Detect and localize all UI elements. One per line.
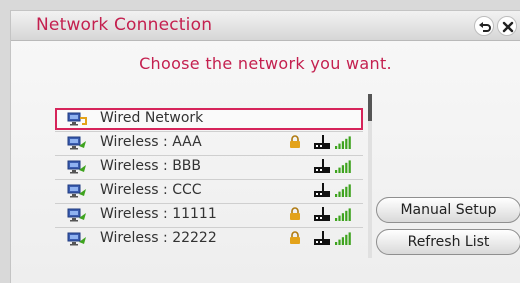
network-row[interactable]: Wireless : 11111 — [55, 204, 363, 226]
signal-strength-icon — [335, 160, 353, 177]
network-row[interactable]: Wireless : BBB — [55, 156, 363, 178]
network-name: Wired Network — [100, 110, 204, 126]
back-icon — [479, 22, 491, 32]
network-list: Wired Network Wireless : AAA Wireless : BB… — [55, 108, 363, 262]
wireless-network-icon — [67, 184, 87, 202]
signal-strength-icon — [335, 232, 353, 249]
network-row[interactable]: Wired Network — [55, 108, 363, 130]
title-bar: Network Connection — [11, 11, 520, 41]
antenna-icon — [313, 231, 331, 250]
close-icon — [502, 21, 514, 33]
signal-strength-icon — [335, 184, 353, 201]
scrollbar-thumb[interactable] — [368, 94, 372, 121]
wireless-network-icon — [67, 160, 87, 178]
back-button[interactable] — [474, 16, 494, 36]
wired-network-icon — [67, 112, 87, 130]
network-connection-dialog: Network Connection Choose the network yo… — [10, 10, 520, 283]
wireless-network-icon — [67, 208, 87, 226]
lock-icon — [289, 207, 301, 225]
network-row[interactable]: Wireless : AAA — [55, 132, 363, 154]
network-name: Wireless : 22222 — [100, 230, 217, 246]
dialog-title: Network Connection — [36, 15, 213, 35]
antenna-icon — [313, 183, 331, 202]
network-row[interactable]: Wireless : CCC — [55, 180, 363, 202]
signal-strength-icon — [335, 136, 353, 153]
wireless-network-icon — [67, 136, 87, 154]
lock-icon — [289, 231, 301, 249]
antenna-icon — [313, 159, 331, 178]
signal-strength-icon — [335, 208, 353, 225]
manual-setup-button[interactable]: Manual Setup — [376, 197, 520, 223]
refresh-list-button[interactable]: Refresh List — [376, 229, 520, 255]
network-name: Wireless : CCC — [100, 182, 202, 198]
antenna-icon — [313, 135, 331, 154]
lock-icon — [289, 135, 301, 153]
network-name: Wireless : 11111 — [100, 206, 217, 222]
wireless-network-icon — [67, 232, 87, 250]
network-name: Wireless : AAA — [100, 134, 202, 150]
network-row[interactable]: Wireless : 22222 — [55, 228, 363, 250]
close-button[interactable] — [497, 16, 517, 36]
network-name: Wireless : BBB — [100, 158, 202, 174]
scrollbar-track[interactable] — [368, 108, 372, 258]
antenna-icon — [313, 207, 331, 226]
dialog-subtitle: Choose the network you want. — [139, 54, 392, 73]
